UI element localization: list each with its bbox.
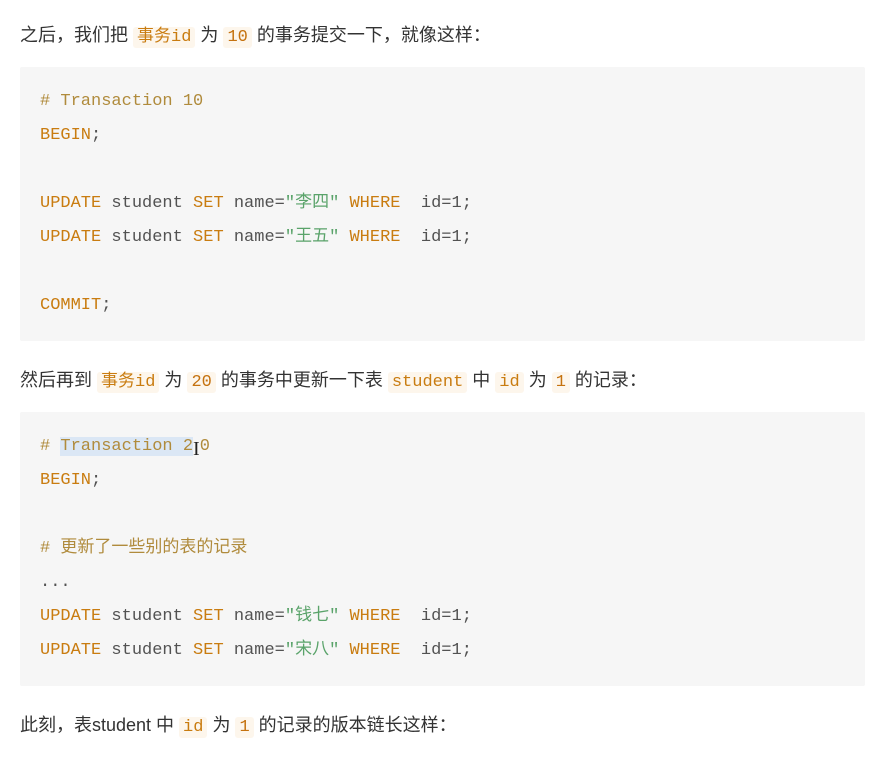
text-cursor-icon: I: [193, 439, 200, 459]
c1-begin: BEGIN: [40, 126, 91, 145]
c2-str-qianqi: "钱七": [285, 607, 339, 626]
p1-txid-val: 10: [223, 27, 251, 48]
c2-begin: BEGIN: [40, 471, 91, 490]
c1-comment-text: Transaction 10: [60, 92, 203, 111]
c2-id1-2: id=1: [401, 641, 462, 660]
c1-id1-1: id=1: [401, 194, 462, 213]
c2-student-2: student: [101, 641, 193, 660]
c2-set-2: SET: [193, 641, 224, 660]
c2-id1-1: id=1: [401, 607, 462, 626]
c1-set-1: SET: [193, 194, 224, 213]
c2-where-2: WHERE: [349, 641, 400, 660]
p1-text-prefix: 之后，我们把: [20, 25, 133, 45]
c2-set-1: SET: [193, 607, 224, 626]
c1-commit: COMMIT: [40, 296, 101, 315]
c2-str-songba: "宋八": [285, 641, 339, 660]
c2-where-1: WHERE: [349, 607, 400, 626]
c2-update-2: UPDATE: [40, 641, 101, 660]
p2-text-mid4: 为: [524, 370, 552, 390]
p2-id-label: id: [495, 372, 523, 393]
c2-comment-hash: #: [40, 437, 60, 456]
p3-text-suffix: 的记录的版本链长这样：: [254, 715, 457, 735]
c1-where-1: WHERE: [349, 194, 400, 213]
c2-dots: ...: [40, 573, 71, 592]
c2-name-eq-1: name=: [224, 607, 285, 626]
c1-str-wangwu: "王五": [285, 228, 339, 247]
p3-text-prefix: 此刻，表student 中: [20, 715, 179, 735]
p2-text-prefix: 然后再到: [20, 370, 97, 390]
c1-comment-hash: #: [40, 92, 60, 111]
paragraph-2: 然后再到 事务id 为 20 的事务中更新一下表 student 中 id 为 …: [20, 365, 865, 398]
c1-name-eq-1: name=: [224, 194, 285, 213]
c1-name-eq-2: name=: [224, 228, 285, 247]
p2-txid-label: 事务id: [97, 372, 159, 393]
p1-text-suffix: 的事务提交一下，就像这样：: [252, 25, 491, 45]
p3-id-val: 1: [235, 717, 253, 738]
c2-semi-2: ;: [462, 607, 472, 626]
c1-semi-4: ;: [101, 296, 111, 315]
p2-text-mid2: 的事务中更新一下表: [216, 370, 388, 390]
c1-where-2: WHERE: [349, 228, 400, 247]
p2-student: student: [388, 372, 467, 393]
c1-semi-2: ;: [462, 194, 472, 213]
p2-txid-val: 20: [187, 372, 215, 393]
c1-semi-3: ;: [462, 228, 472, 247]
c1-update-2: UPDATE: [40, 228, 101, 247]
c2-comment-after: 0: [200, 437, 210, 456]
c2-update-1: UPDATE: [40, 607, 101, 626]
p2-text-mid1: 为: [159, 370, 187, 390]
c1-semi-1: ;: [91, 126, 101, 145]
p3-text-mid: 为: [207, 715, 235, 735]
c1-update-1: UPDATE: [40, 194, 101, 213]
code-block-2[interactable]: # Transaction 2I0 BEGIN; # 更新了一些别的表的记录 .…: [20, 412, 865, 686]
p2-id-val: 1: [552, 372, 570, 393]
c2-name-eq-2: name=: [224, 641, 285, 660]
p2-text-mid3: 中: [467, 370, 495, 390]
p3-id-label: id: [179, 717, 207, 738]
c2-semi-1: ;: [91, 471, 101, 490]
p2-text-suffix: 的记录：: [570, 370, 647, 390]
c1-student-2: student: [101, 228, 193, 247]
paragraph-1: 之后，我们把 事务id 为 10 的事务提交一下，就像这样：: [20, 20, 865, 53]
p1-txid-label: 事务id: [133, 27, 195, 48]
c2-semi-3: ;: [462, 641, 472, 660]
c2-comment-selected: Transaction 2: [60, 437, 193, 456]
c2-comment2-hash: #: [40, 539, 60, 558]
p1-text-mid1: 为: [195, 25, 223, 45]
c2-comment2-text: 更新了一些别的表的记录: [60, 539, 247, 558]
code-block-1[interactable]: # Transaction 10 BEGIN; UPDATE student S…: [20, 67, 865, 341]
c1-str-lisi: "李四": [285, 194, 339, 213]
c1-student-1: student: [101, 194, 193, 213]
c2-student-1: student: [101, 607, 193, 626]
c1-id1-2: id=1: [401, 228, 462, 247]
c1-set-2: SET: [193, 228, 224, 247]
